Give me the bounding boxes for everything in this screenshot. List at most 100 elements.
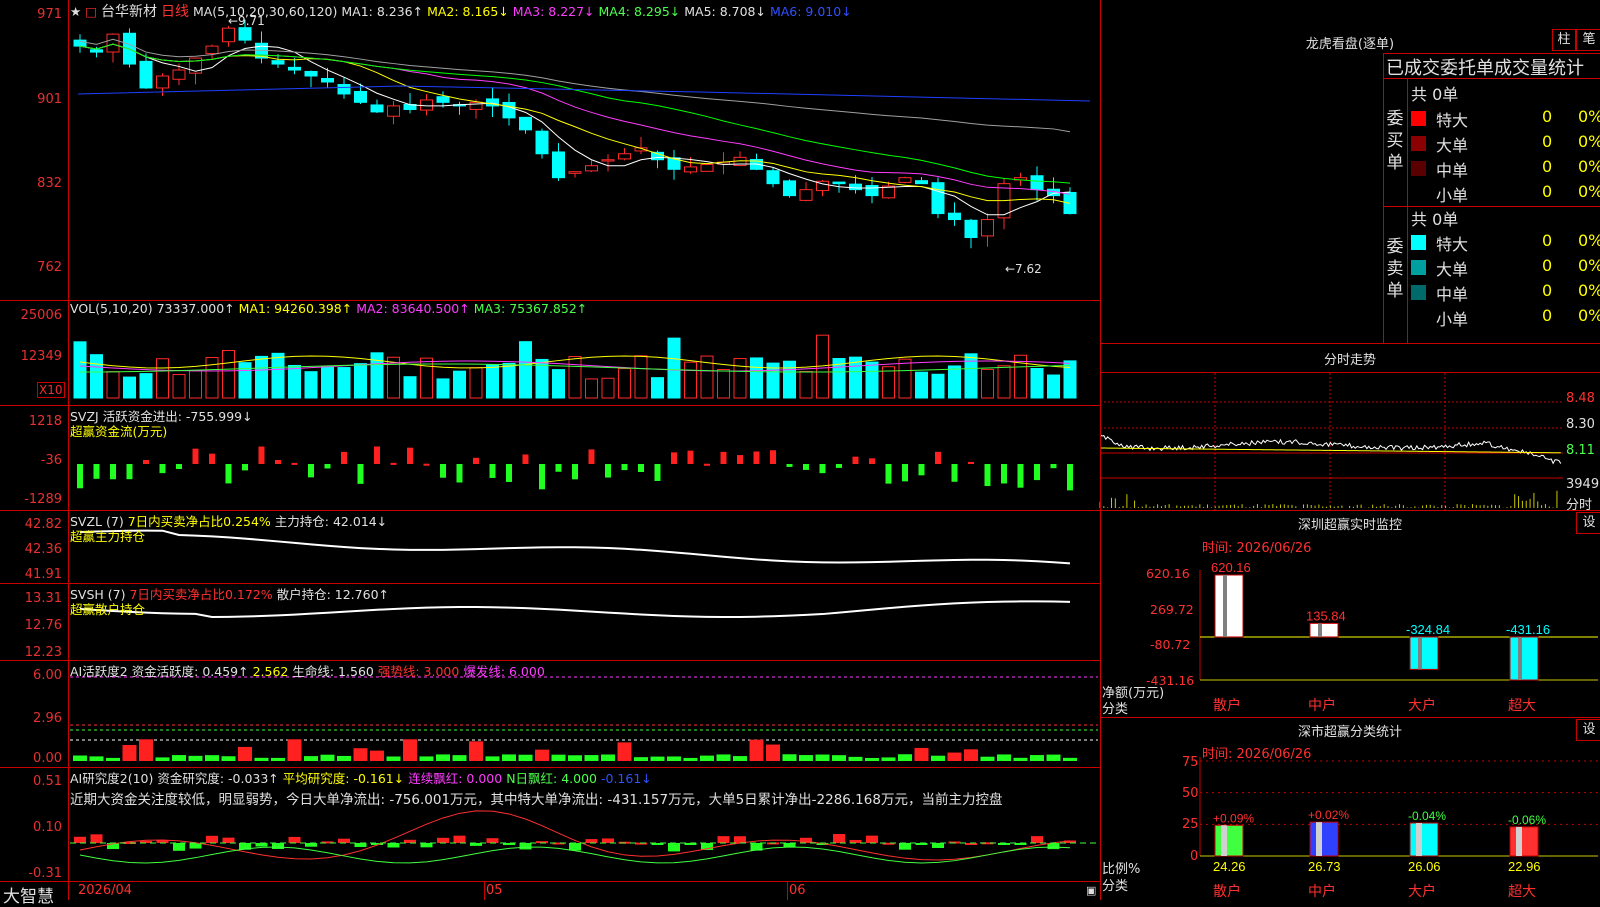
bar-mode-button[interactable]: 柱 (1552, 29, 1576, 51)
vol-bar-down (964, 353, 978, 399)
ai-active-bar-low (551, 754, 566, 761)
classify-settings-button[interactable]: 设 (1576, 719, 1600, 741)
main-right-border (1100, 0, 1101, 900)
kline-ytick-2: 832 (37, 176, 62, 191)
tick-mode-button[interactable]: 笔 (1576, 29, 1600, 51)
kline-ytick-1: 901 (37, 92, 62, 107)
buy-swatch-2 (1411, 161, 1426, 176)
ai-research-ytick-1: 0.10 (33, 820, 62, 835)
ai-research-bar-up (74, 836, 86, 843)
svzj-bar-down (621, 464, 628, 471)
svzj-bar-down (918, 464, 925, 476)
vol-bar-down (271, 352, 285, 399)
vol-bar-up (568, 356, 582, 399)
svzj-bar-up (704, 463, 710, 466)
buy-row-pct-3: 0% (1578, 182, 1600, 201)
period-label[interactable]: 日线 (161, 4, 189, 20)
svzj-bar-down (489, 464, 496, 478)
candle-up (420, 99, 433, 111)
svsh-line (79, 600, 1071, 618)
vol-ytick-0: 25006 (20, 308, 62, 323)
ai-active-bar-low (518, 754, 533, 761)
ma2-value: MA2: 8.165↓ (427, 4, 509, 19)
sell-side-label: 委卖单 (1386, 237, 1404, 301)
date-month-06: 06 (789, 883, 806, 898)
svsh-ytick-1: 12.76 (24, 618, 62, 633)
candle-up (700, 164, 714, 172)
svzj-bar-up (374, 446, 380, 464)
ai-active-ytick-1: 2.96 (33, 711, 62, 726)
ai-active-bar-low (848, 756, 863, 761)
kline-low-mark: ←7.62 (1005, 262, 1042, 276)
classify-xlabel: 分类 (1102, 879, 1129, 894)
classify-value-label-2: 26.06 (1408, 859, 1441, 874)
ma6-line (77, 85, 1091, 102)
lock-icon[interactable]: ▣ (1086, 884, 1096, 897)
sell-row-pct-0: 0% (1578, 231, 1600, 250)
ma3-value: MA3: 8.227↓ (512, 4, 595, 19)
ai-research-bar-down (519, 843, 532, 850)
vol-bar-down (337, 367, 351, 399)
svzl-ytick-0: 42.82 (24, 517, 62, 532)
ai-active-bar-low (304, 756, 318, 761)
ai-active-bar-high (122, 745, 137, 761)
ai-active-bar-low (271, 757, 285, 761)
settings-square-icon[interactable]: □ (85, 4, 97, 19)
ai-active-val2: 2.562 (252, 664, 289, 679)
classify-change-label-1: +0.02% (1308, 808, 1349, 822)
intraday-tick-1: 8.30 (1566, 417, 1595, 432)
ai-research-bar-up (866, 835, 878, 843)
svzj-bar-up (275, 459, 281, 464)
ai-active-ytick-2: 0.00 (33, 751, 62, 766)
kline-header: ★ □ 台华新材 日线 MA(5,10,20,30,60,120) MA1: 8… (70, 1, 852, 21)
ai-active-bar-low (205, 755, 219, 761)
ai-active-bar-low (254, 757, 269, 761)
svzj-bar-up (258, 446, 265, 464)
vol-bar-up (618, 368, 631, 399)
candle-down (288, 66, 301, 71)
ai-active-bar-low (502, 754, 516, 761)
vol-bar-down (90, 354, 103, 399)
ai-active-bar-low (799, 755, 813, 761)
monitor-settings-button[interactable]: 设 (1576, 512, 1600, 534)
ai-research-comment: 近期大资金关注度较低，明显弱势，今日大单净流出: -756.001万元，其中特大… (70, 792, 1003, 808)
dragon-subtitle: 已成交委托单成交量统计 (1386, 58, 1584, 79)
svzl-ytick-1: 42.36 (24, 542, 62, 557)
candle-down (73, 39, 87, 47)
ai-research-bar-down (255, 843, 268, 847)
favorite-star-icon[interactable]: ★ (70, 4, 81, 19)
ai-research-bar-up (717, 836, 730, 843)
buy-row-pct-1: 0% (1578, 132, 1600, 151)
svzj-bar-down (126, 464, 133, 480)
vol-bar-up (997, 365, 1011, 399)
monitor-bar-shade-0 (1223, 575, 1227, 637)
candle-down (304, 70, 318, 77)
svzj-bar-up (770, 450, 776, 464)
ai-research-bar-up (453, 835, 466, 843)
ai-research-bar-up (338, 838, 350, 843)
vol-bar-down (288, 364, 301, 399)
sell-row-name-3: 小单 (1436, 310, 1469, 329)
candle-down (337, 84, 351, 95)
date-month-05: 05 (486, 883, 503, 898)
stock-chart-canvas[interactable]: 620.16 散户 135.84 中户 -324.84 大户 -431.16 超大 +0.09%… (0, 0, 1600, 900)
ai-research-bar-up (288, 836, 301, 843)
monitor-category-0: 散户 (1213, 697, 1241, 713)
sell-row-pct-2: 0% (1578, 281, 1600, 300)
sell-row-pct-1: 0% (1578, 256, 1600, 275)
ai-active-bar-high (914, 747, 929, 761)
intraday-title: 分时走势 (1323, 353, 1376, 368)
monitor-ytick-1: 269.72 (1150, 602, 1194, 617)
vol-bar-down (1047, 374, 1060, 399)
stock-name: 台华新材 (101, 4, 157, 20)
vol-bar-up (156, 358, 169, 399)
monitor-value-label-1: 135.84 (1306, 608, 1346, 623)
svzj-bar-up (192, 448, 199, 464)
monitor-category-3: 超大 (1508, 697, 1536, 713)
svzj-bar-down (803, 464, 809, 470)
svzj-bar-down (572, 464, 578, 480)
svzj-bar-down (1001, 464, 1007, 484)
vol-value: 73337.000↑ (156, 301, 235, 316)
candle-up (222, 27, 235, 43)
vol-bar-down (915, 371, 928, 399)
